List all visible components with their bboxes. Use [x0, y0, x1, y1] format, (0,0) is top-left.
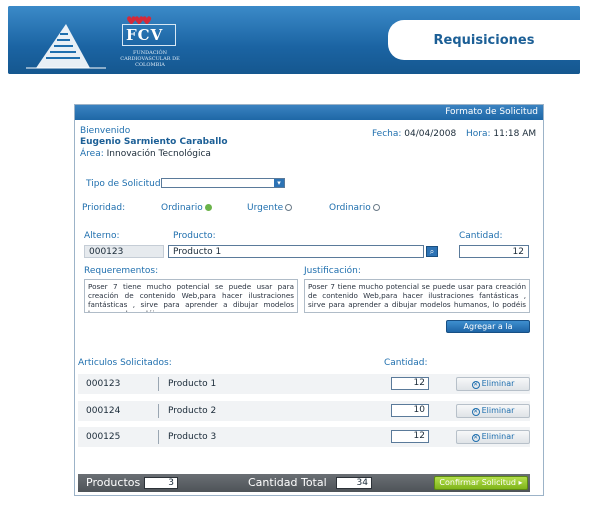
area-line: Área: Innovación Tecnológica [80, 149, 211, 159]
user-name: Eugenio Sarmiento Caraballo [80, 137, 228, 147]
time-label: Hora: [466, 129, 491, 139]
producto-field[interactable]: Producto 1 [168, 245, 424, 258]
request-type-select[interactable]: ▾ [161, 178, 285, 188]
alterno-field[interactable]: 000123 [84, 245, 164, 258]
confirm-request-button[interactable]: Confirmar Solicitud ▸ [434, 476, 528, 490]
producto-label: Producto: [173, 231, 216, 241]
time-value: 11:18 AM [493, 129, 537, 139]
article-row: 000123 Producto 1 12 ✕ Eliminar [78, 374, 530, 394]
area-value: Innovación Tecnológica [106, 149, 211, 159]
form-title: Formato de Solicitud [445, 107, 538, 117]
delete-label: Eliminar [481, 406, 515, 415]
add-to-request-button[interactable]: Agregar a la Solicitud [446, 320, 530, 342]
radio-icon[interactable] [285, 204, 293, 211]
priority-option-label: Ordinario [161, 203, 203, 213]
date-display: Fecha: 04/04/2008 [372, 129, 456, 139]
article-code: 000123 [86, 379, 121, 389]
priority-option-ordinario[interactable]: Ordinario [161, 203, 212, 213]
request-type-label: Tipo de Solicitud [86, 179, 161, 189]
articles-qty-heading: Cantidad: [384, 358, 428, 368]
total-count: 34 [336, 477, 372, 489]
delete-label: Eliminar [481, 379, 515, 388]
radio-selected-icon[interactable] [204, 204, 212, 211]
building-icon [26, 24, 106, 69]
date-value: 04/04/2008 [404, 129, 457, 139]
date-label: Fecha: [372, 129, 402, 139]
app-header: ♥♥♥ FCV FUNDACIÓN CARDIOVASCULAR DE COLO… [8, 6, 580, 74]
close-icon: ✕ [471, 408, 480, 416]
close-icon: ✕ [471, 434, 480, 442]
row-divider [158, 404, 159, 418]
priority-option-urgente[interactable]: Urgente [247, 203, 293, 213]
priority-label: Prioridad: [82, 203, 126, 213]
greeting: Bienvenido [80, 126, 131, 136]
article-code: 000125 [86, 432, 121, 442]
radio-icon[interactable] [372, 204, 380, 211]
row-divider [158, 430, 159, 444]
article-qty-field[interactable]: 12 [391, 377, 429, 390]
logo-name: FCV [126, 26, 164, 44]
row-divider [158, 377, 159, 391]
area-label: Área: [80, 149, 104, 159]
chevron-down-icon[interactable]: ▾ [274, 179, 284, 187]
delete-label: Eliminar [481, 432, 515, 441]
requerimientos-label: Requerementos: [84, 266, 159, 276]
article-name: Producto 2 [168, 406, 217, 416]
article-row: 000124 Producto 2 10 ✕ Eliminar [78, 401, 530, 421]
productos-count: 3 [144, 477, 178, 489]
priority-option-label: Urgente [247, 203, 284, 213]
productos-label: Productos [86, 476, 141, 489]
cantidad-label: Cantidad: [459, 231, 503, 241]
delete-button[interactable]: ✕ Eliminar [456, 377, 530, 391]
time-display: Hora: 11:18 AM [466, 129, 536, 139]
article-name: Producto 1 [168, 379, 217, 389]
cantidad-field[interactable]: 12 [459, 245, 529, 258]
article-row: 000125 Producto 3 12 ✕ Eliminar [78, 427, 530, 447]
justificacion-textarea[interactable]: Poser 7 tiene mucho potencial se puede u… [304, 279, 530, 313]
search-icon[interactable]: ⌕ [426, 246, 438, 257]
article-code: 000124 [86, 406, 121, 416]
justificacion-label: Justificación: [304, 266, 361, 276]
form-title-bar: Formato de Solicitud [75, 105, 543, 120]
article-qty-field[interactable]: 10 [391, 404, 429, 417]
alterno-label: Alterno: [84, 231, 120, 241]
confirm-label: Confirmar Solicitud [439, 478, 517, 487]
logo-subtitle: FUNDACIÓN CARDIOVASCULAR DE COLOMBIA [120, 50, 180, 68]
article-name: Producto 3 [168, 432, 217, 442]
page-title-tab: Requisiciones [388, 20, 580, 60]
delete-button[interactable]: ✕ Eliminar [456, 404, 530, 418]
priority-option-ordinario-2[interactable]: Ordinario [329, 203, 380, 213]
summary-bar: Productos 3 Cantidad Total 34 Confirmar … [78, 474, 530, 492]
delete-button[interactable]: ✕ Eliminar [456, 430, 530, 444]
requerimientos-textarea[interactable]: Poser 7 tiene mucho potencial se puede u… [84, 279, 298, 313]
articles-heading: Articulos Solicitados: [78, 358, 172, 368]
close-icon: ✕ [471, 381, 480, 389]
logo: ♥♥♥ FCV FUNDACIÓN CARDIOVASCULAR DE COLO… [26, 12, 206, 70]
article-qty-field[interactable]: 12 [391, 430, 429, 443]
page-title: Requisiciones [433, 32, 535, 48]
total-label: Cantidad Total [248, 476, 327, 489]
priority-option-label: Ordinario [329, 203, 371, 213]
